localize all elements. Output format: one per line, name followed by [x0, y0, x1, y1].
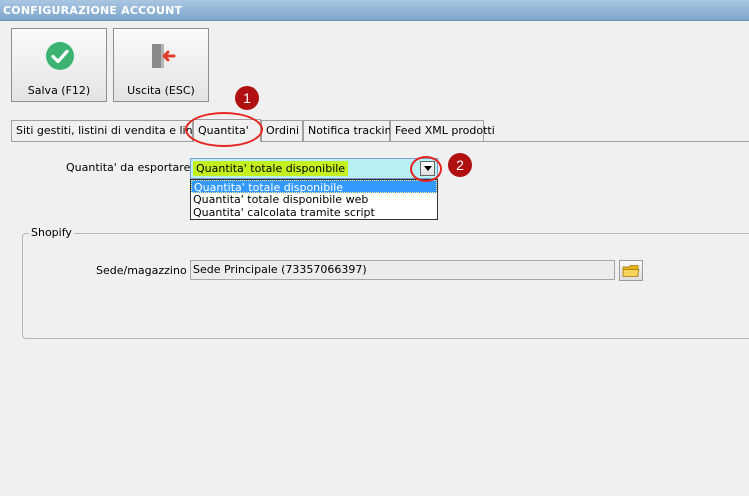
dropdown-option[interactable]: Quantita' totale disponibile — [191, 180, 437, 194]
exit-label: Uscita (ESC) — [127, 84, 195, 97]
shopify-group-title: Shopify — [29, 226, 74, 239]
folder-icon — [622, 265, 640, 277]
tab-divider — [11, 141, 749, 142]
tab-feed-xml[interactable]: Feed XML prodotti — [390, 120, 495, 141]
callout-2: 2 — [448, 153, 472, 177]
tab-notifica-tracking[interactable]: Notifica tracking — [303, 120, 399, 141]
tab-siti-gestiti[interactable]: Siti gestiti, listini di vendita e lingu… — [11, 120, 213, 141]
title-bar: CONFIGURAZIONE ACCOUNT — [0, 0, 749, 21]
annotation-tab-circle — [185, 112, 263, 147]
quantity-label: Quantita' da esportare : — [66, 161, 198, 174]
quantity-combobox[interactable]: Quantita' totale disponibile — [190, 158, 438, 179]
annotation-arrow-circle — [410, 156, 442, 182]
exit-button[interactable]: Uscita (ESC) — [113, 28, 209, 102]
callout-1: 1 — [235, 86, 259, 110]
tab-label: Ordini — [266, 124, 300, 137]
tab-label: Feed XML prodotti — [395, 124, 495, 137]
save-label: Salva (F12) — [27, 84, 91, 97]
door-exit-icon — [152, 44, 176, 68]
window-title: CONFIGURAZIONE ACCOUNT — [3, 4, 183, 17]
location-label: Sede/magazzino : — [96, 264, 194, 277]
tab-ordini[interactable]: Ordini — [261, 120, 303, 141]
dropdown-option[interactable]: Quantita' calcolata tramite script — [191, 206, 437, 219]
browse-location-button[interactable] — [619, 260, 643, 281]
check-circle-icon — [46, 42, 74, 70]
save-button[interactable]: Salva (F12) — [11, 28, 107, 102]
location-field[interactable]: Sede Principale (73357066397) — [190, 260, 615, 280]
shopify-group: Shopify — [22, 226, 749, 339]
tab-label: Notifica tracking — [308, 124, 399, 137]
quantity-dropdown-list: Quantita' totale disponibile Quantita' t… — [190, 179, 438, 220]
quantity-selected-value: Quantita' totale disponibile — [193, 161, 349, 176]
dropdown-option[interactable]: Quantita' totale disponibile web — [191, 193, 437, 206]
tab-label: Siti gestiti, listini di vendita e lingu… — [16, 124, 214, 137]
